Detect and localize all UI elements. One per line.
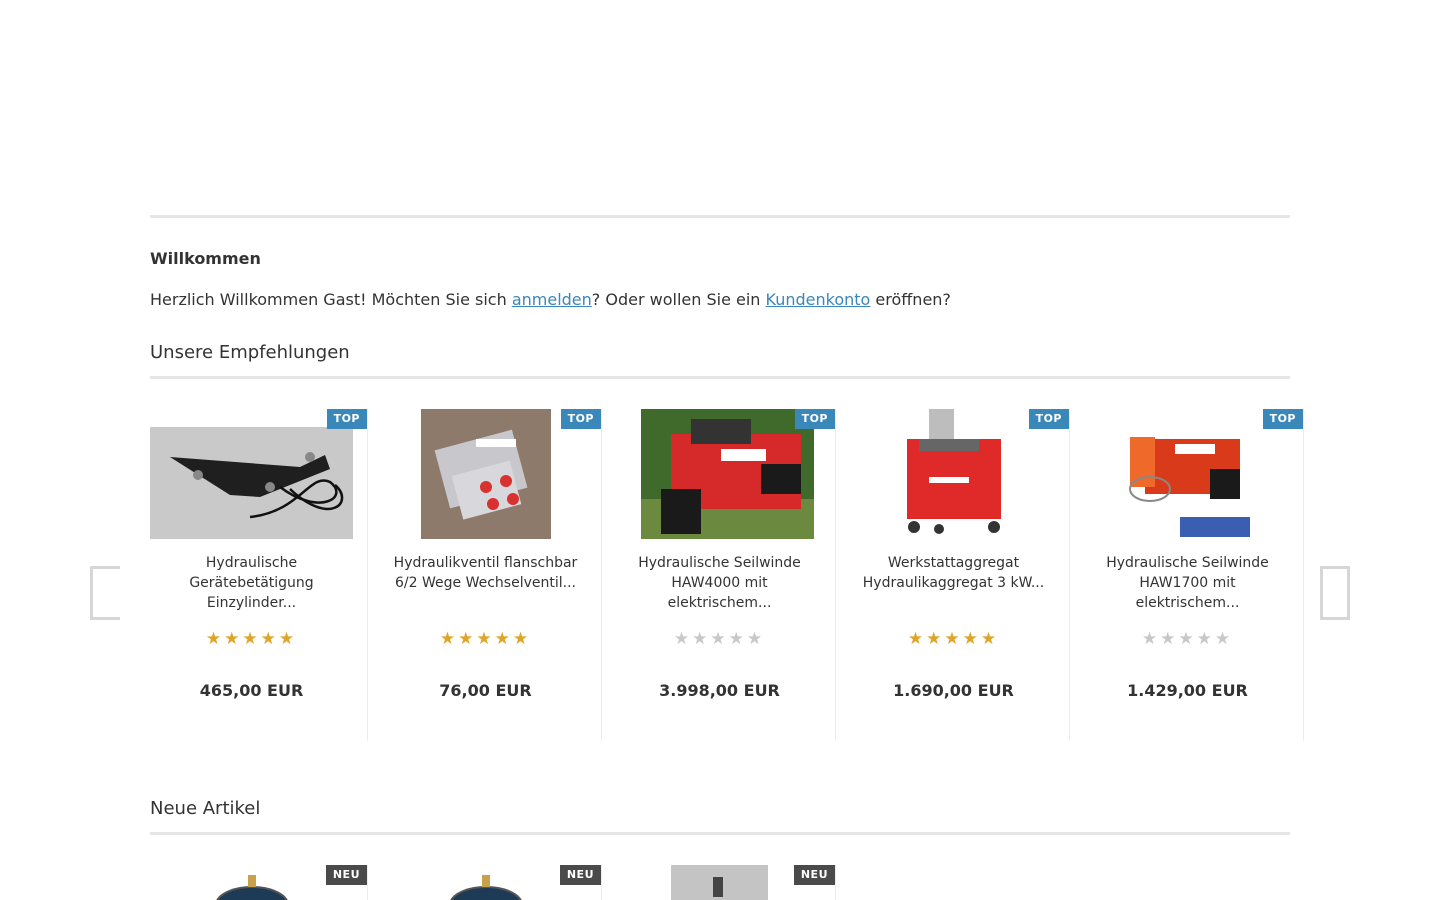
welcome-text-before: Herzlich Willkommen Gast! Möchten Sie si… <box>150 290 512 309</box>
product-name[interactable]: Hydraulikventil flanschbar 6/2 Wege Wech… <box>384 553 587 593</box>
product-image[interactable] <box>1086 409 1289 539</box>
new-articles-slider: NEU NEU NEU <box>150 865 1320 900</box>
new-badge: NEU <box>325 865 367 885</box>
hydraulic-lever-image <box>150 427 353 539</box>
recommendations-slider: TOP Hydraulische Gerätebetätigung Einzyl… <box>150 409 1320 741</box>
round-gauge-image <box>216 875 288 900</box>
product-name[interactable]: Hydraulische Gerätebetätigung Einzylinde… <box>150 553 353 613</box>
product-card[interactable]: TOP Hydraulische Seilwinde HAW1700 mit e… <box>1086 409 1304 741</box>
page: Willkommen Herzlich Willkommen Gast! Möc… <box>0 0 1440 900</box>
rating-stars: ★★★★★ <box>1141 629 1234 649</box>
red-power-unit-image <box>898 409 1009 539</box>
welcome-text-middle: ? Oder wollen Sie ein <box>591 290 766 309</box>
new-badge: NEU <box>559 865 601 885</box>
recommendations-title: Unsere Empfehlungen <box>150 342 350 363</box>
product-card[interactable]: TOP Hydraulische Seilwinde HAW4000 mit e… <box>618 409 836 741</box>
red-winch-image <box>640 409 814 539</box>
product-card[interactable]: NEU <box>618 865 836 900</box>
product-card[interactable]: NEU <box>384 865 602 900</box>
recommendations-divider <box>150 376 1290 379</box>
welcome-text-after: eröffnen? <box>870 290 951 309</box>
product-card[interactable]: TOP Hydraulikventil flanschbar 6/2 Wege … <box>384 409 602 741</box>
product-card[interactable]: NEU <box>150 865 368 900</box>
new-articles-title: Neue Artikel <box>150 798 261 819</box>
product-name[interactable]: Hydraulische Seilwinde HAW1700 mit elekt… <box>1086 553 1289 613</box>
grey-part-image <box>671 865 768 900</box>
top-badge: TOP <box>560 409 601 429</box>
rating-stars: ★★★★★ <box>439 629 532 649</box>
top-badge: TOP <box>794 409 835 429</box>
welcome-title: Willkommen <box>150 249 261 268</box>
new-badge: NEU <box>793 865 835 885</box>
product-price: 1.690,00 EUR <box>893 681 1014 700</box>
login-link[interactable]: anmelden <box>512 290 592 309</box>
round-gauge-image <box>450 875 522 900</box>
new-articles-divider <box>150 832 1290 835</box>
create-account-link[interactable]: Kundenkonto <box>766 290 871 309</box>
product-name[interactable]: Werkstattaggregat Hydraulikaggregat 3 kW… <box>852 553 1055 593</box>
orange-winch-image <box>1120 409 1255 539</box>
top-badge: TOP <box>1028 409 1069 429</box>
product-image[interactable] <box>852 409 1055 539</box>
rating-stars: ★★★★★ <box>673 629 766 649</box>
product-price: 76,00 EUR <box>439 681 532 700</box>
top-badge: TOP <box>326 409 367 429</box>
welcome-text: Herzlich Willkommen Gast! Möchten Sie si… <box>150 290 951 309</box>
product-card[interactable]: TOP Hydraulische Gerätebetätigung Einzyl… <box>150 409 368 741</box>
product-name[interactable]: Hydraulische Seilwinde HAW4000 mit elekt… <box>618 553 821 613</box>
product-price: 3.998,00 EUR <box>659 681 780 700</box>
product-card[interactable]: TOP Werkstattaggregat Hydraulikaggregat … <box>852 409 1070 741</box>
product-price: 465,00 EUR <box>199 681 304 700</box>
slider-next-button[interactable] <box>1320 566 1350 620</box>
rating-stars: ★★★★★ <box>205 629 298 649</box>
header-divider <box>150 215 1290 218</box>
valve-image <box>420 409 551 539</box>
product-price: 1.429,00 EUR <box>1127 681 1248 700</box>
product-image[interactable] <box>618 409 821 539</box>
top-badge: TOP <box>1262 409 1303 429</box>
product-image[interactable] <box>150 409 353 539</box>
product-image[interactable] <box>384 409 587 539</box>
rating-stars: ★★★★★ <box>907 629 1000 649</box>
slider-prev-button[interactable] <box>90 566 120 620</box>
